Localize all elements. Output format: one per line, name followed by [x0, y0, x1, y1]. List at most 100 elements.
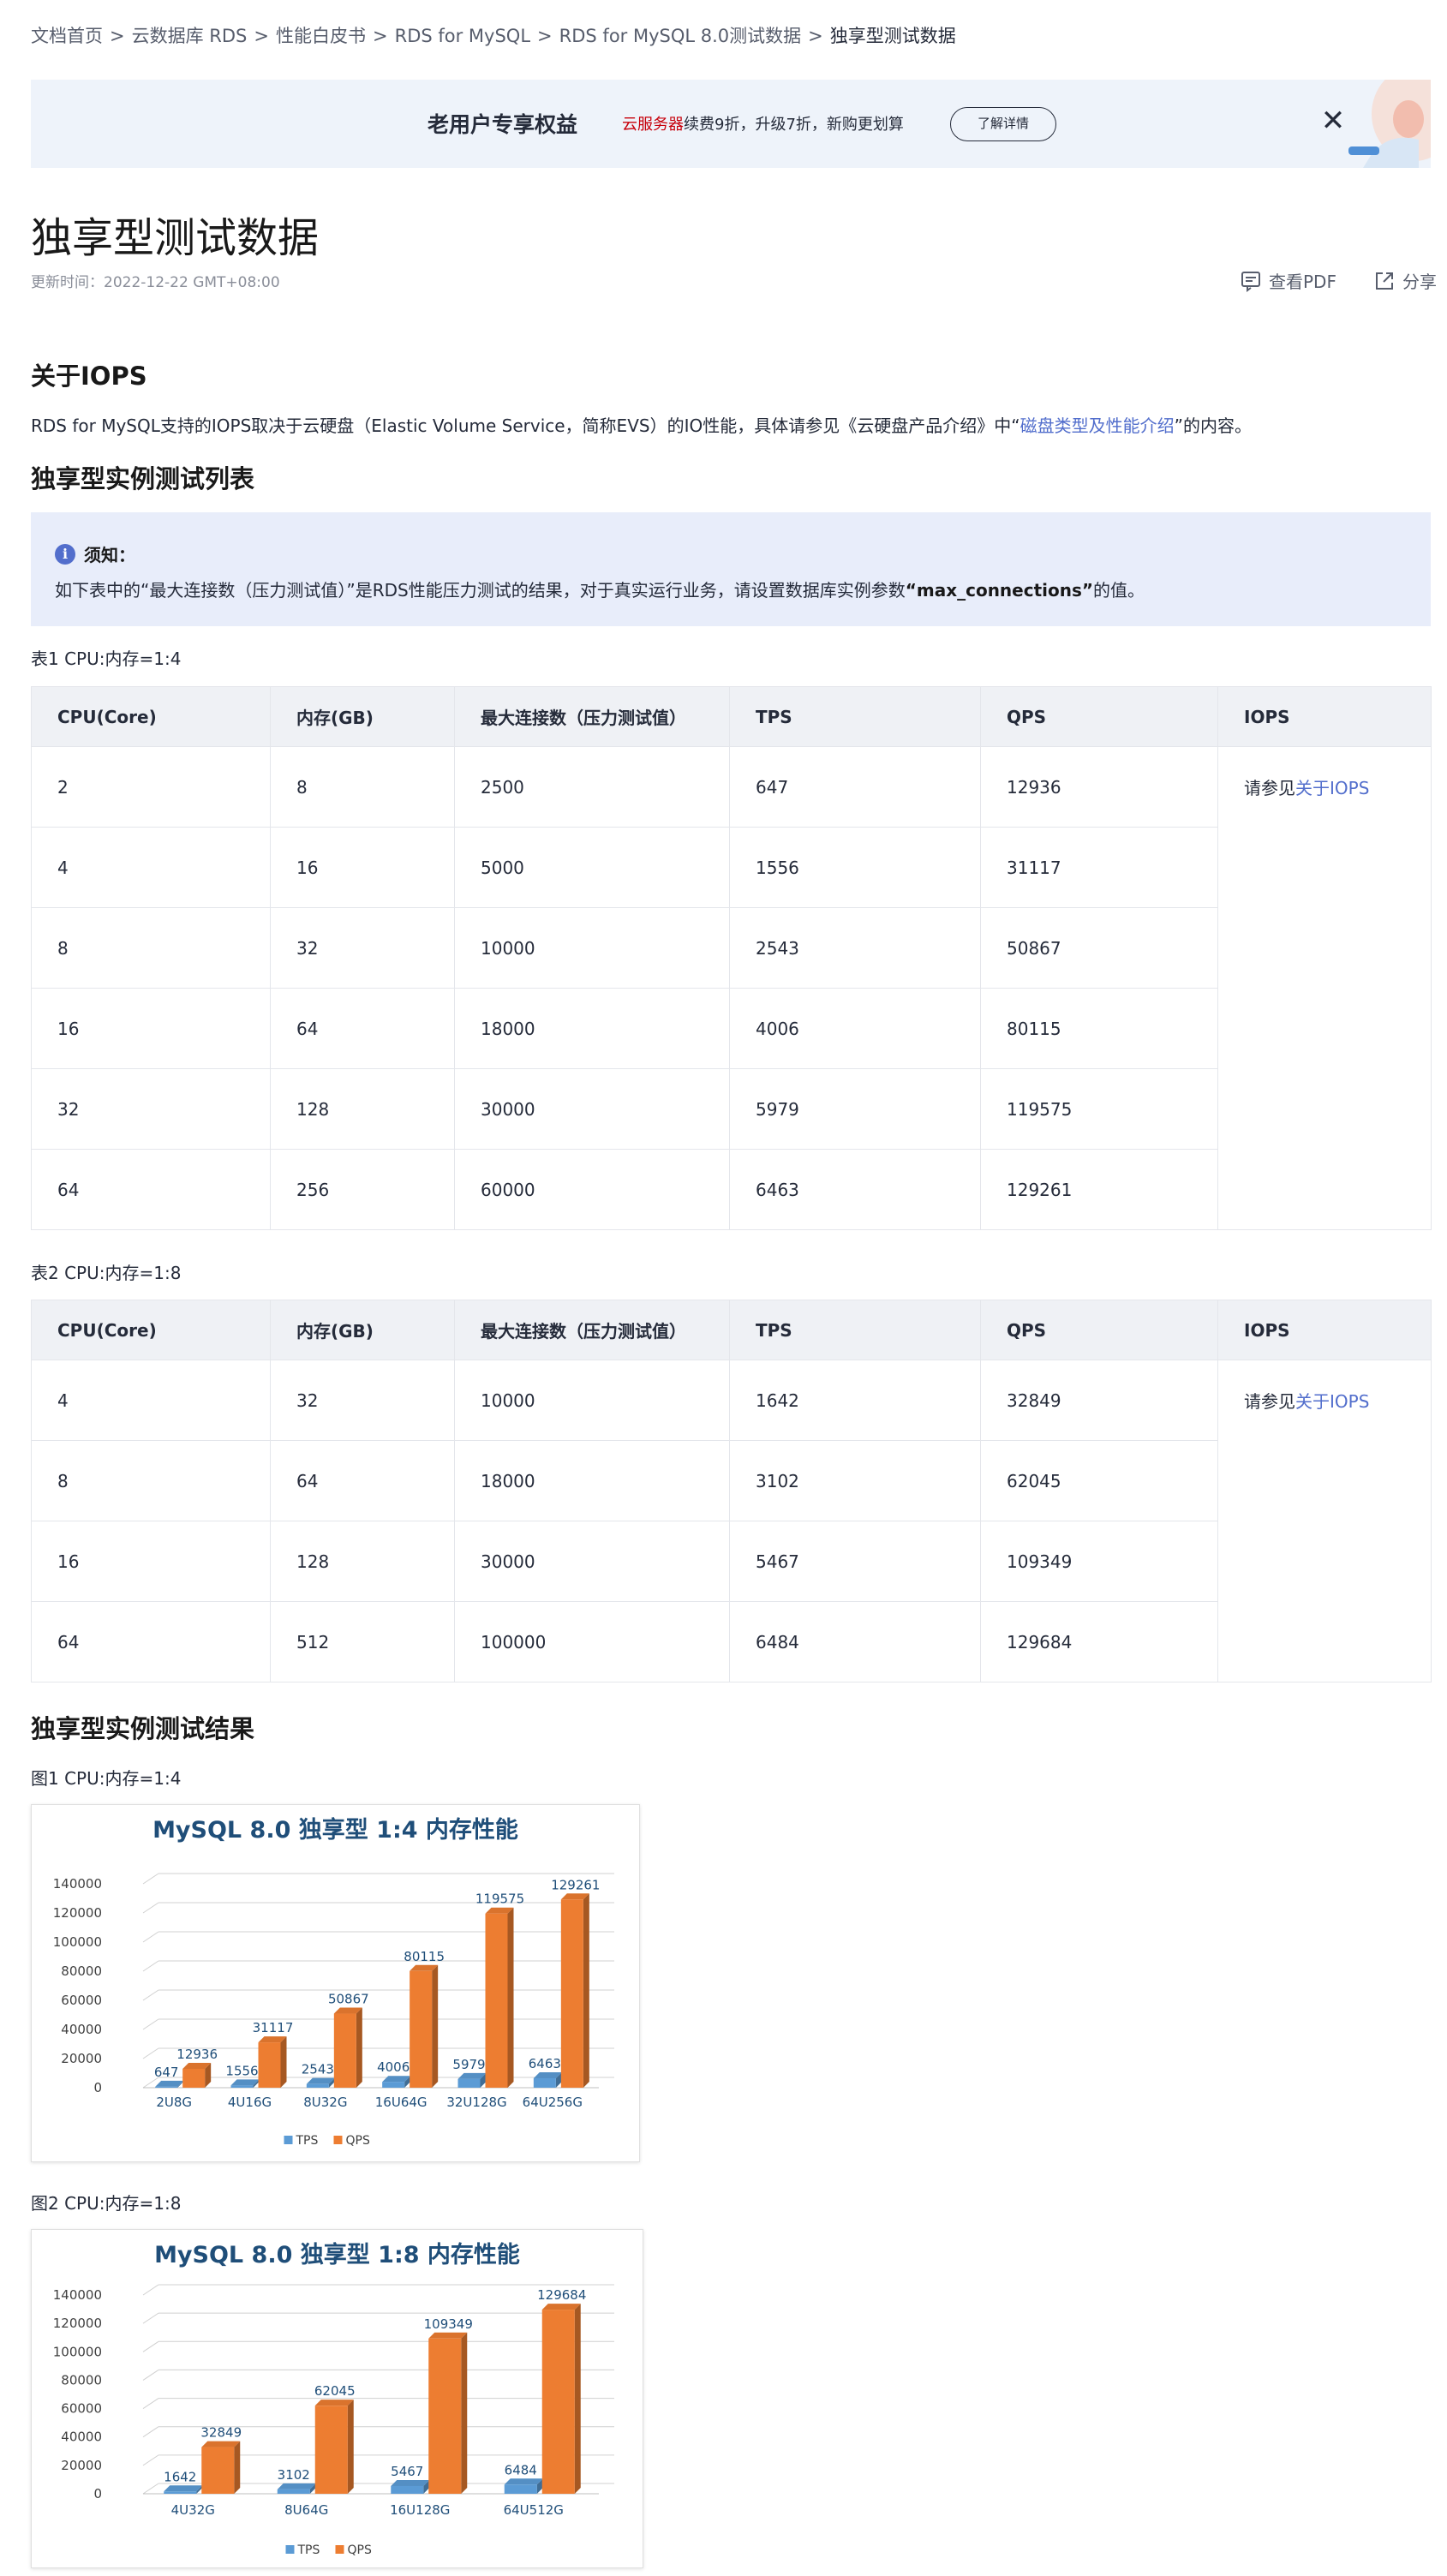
grid-line-diag	[142, 2483, 159, 2495]
about-iops-link[interactable]: 关于IOPS	[1295, 1391, 1369, 1412]
breadcrumb-item-whitepaper[interactable]: 性能白皮书	[276, 26, 366, 46]
cell-max-connections: 2500	[454, 746, 730, 828]
bar-tps	[533, 2078, 556, 2088]
banner-title: 老用户专享权益	[428, 112, 578, 137]
banner-desc-rest: 续费9折，升级7折，新购更划算	[684, 116, 904, 134]
notice-param: “max_connections”	[905, 580, 1094, 601]
legend-label-tps: TPS	[297, 2543, 320, 2557]
bar-tps-top	[277, 2483, 316, 2489]
data-label-qps: 31117	[253, 2020, 294, 2035]
cell-iops: 请参见关于IOPS	[1217, 1360, 1432, 1682]
cell-cpu: 8	[31, 1440, 271, 1521]
col-header-cpu: CPU(Core)	[31, 686, 271, 747]
breadcrumb-separator: >	[110, 26, 125, 46]
x-tick-label: 16U128G	[390, 2502, 450, 2518]
cell-cpu: 64	[31, 1601, 271, 1682]
y-tick-label: 40000	[61, 2430, 102, 2445]
x-tick-label: 16U64G	[375, 2095, 428, 2110]
breadcrumb-item-docs-home[interactable]: 文档首页	[31, 26, 103, 46]
cell-max-connections: 18000	[454, 988, 730, 1069]
cell-max-connections: 10000	[454, 907, 730, 989]
bar-qps-side	[347, 2400, 354, 2494]
col-header-max-connections: 最大连接数（压力测试值）	[454, 686, 730, 747]
bar-tps	[277, 2489, 310, 2494]
col-header-iops: IOPS	[1217, 686, 1432, 747]
bar-tps	[164, 2491, 197, 2494]
cell-memory: 32	[270, 1360, 455, 1441]
grid-line-diag	[142, 2370, 159, 2381]
banner-close-icon[interactable]: ✕	[1316, 104, 1350, 138]
x-tick-label: 2U8G	[156, 2095, 192, 2110]
y-tick-label: 140000	[53, 2287, 102, 2303]
breadcrumb-item-rds-mysql[interactable]: RDS for MySQL	[395, 26, 530, 46]
col-header-max-connections: 最大连接数（压力测试值）	[454, 1300, 730, 1360]
grid-line-diag	[142, 2340, 159, 2352]
cell-cpu: 4	[31, 1360, 271, 1441]
breadcrumb: 文档首页 > 云数据库 RDS > 性能白皮书 > RDS for MySQL > RDS fo…	[31, 22, 956, 48]
cell-tps: 2543	[729, 907, 981, 989]
bar-tps	[457, 2078, 481, 2088]
bar-qps	[485, 1913, 508, 2088]
col-header-memory: 内存(GB)	[270, 686, 455, 747]
col-header-iops: IOPS	[1217, 1300, 1432, 1360]
cell-tps: 647	[729, 746, 981, 828]
col-header-tps: TPS	[729, 1300, 981, 1360]
view-pdf-button[interactable]: 查看PDF	[1240, 268, 1336, 293]
breadcrumb-item-mysql80[interactable]: RDS for MySQL 8.0测试数据	[559, 26, 802, 46]
banner-learn-more-button[interactable]: 了解详情	[950, 107, 1056, 141]
data-label-qps: 129684	[537, 2287, 586, 2303]
cell-max-connections: 18000	[454, 1440, 730, 1521]
grid-line-diag	[142, 2047, 159, 2059]
x-tick-label: 4U16G	[228, 2095, 272, 2110]
cell-qps: 129261	[980, 1149, 1218, 1230]
cell-tps: 6484	[729, 1601, 981, 1682]
cell-max-connections: 100000	[454, 1601, 730, 1682]
cell-qps: 129684	[980, 1601, 1218, 1682]
legend-swatch-tps	[284, 2136, 293, 2144]
bar-qps-top	[314, 2400, 354, 2406]
cell-cpu: 2	[31, 746, 271, 828]
data-label-qps: 62045	[314, 2383, 356, 2399]
y-tick-label: 140000	[53, 1876, 102, 1892]
page-title: 独享型测试数据	[31, 214, 320, 262]
notice-text-after: 的值。	[1093, 580, 1145, 601]
y-tick-label: 120000	[53, 1905, 102, 1921]
about-iops-link[interactable]: 关于IOPS	[1295, 778, 1369, 798]
breadcrumb-item-rds[interactable]: 云数据库 RDS	[132, 26, 248, 46]
bar-qps	[410, 1970, 433, 2088]
grid-line-diag	[142, 1873, 159, 1885]
col-header-tps: TPS	[729, 686, 981, 747]
y-tick-label: 80000	[61, 2372, 102, 2388]
breadcrumb-current: 独享型测试数据	[829, 26, 956, 46]
y-tick-label: 40000	[61, 2022, 102, 2037]
grid-line-diag	[142, 1902, 159, 1914]
notice-box: i 须知： 如下表中的“最大连接数（压力测试值）”是RDS性能压力测试的结果，对…	[31, 512, 1431, 626]
legend-swatch-qps	[335, 2545, 344, 2554]
table2-caption: 表2 CPU:内存=1:8	[31, 1263, 182, 1283]
bar-tps	[155, 2086, 178, 2088]
legend-label-qps: QPS	[346, 2134, 370, 2148]
info-icon: i	[55, 543, 75, 565]
table-header-row: CPU(Core) 内存(GB) 最大连接数（压力测试值） TPS QPS IO…	[31, 1300, 1432, 1360]
bar-qps-side	[583, 1893, 589, 2088]
cell-qps: 12936	[980, 746, 1218, 828]
cell-max-connections: 10000	[454, 1360, 730, 1441]
cell-max-connections: 60000	[454, 1149, 730, 1230]
disk-type-link[interactable]: 磁盘类型及性能介绍	[1020, 415, 1175, 436]
bar-tps	[504, 2484, 537, 2494]
cell-cpu: 16	[31, 988, 271, 1069]
iops-text-after: ”的内容。	[1174, 415, 1252, 436]
data-label-qps: 80115	[404, 1949, 445, 1964]
x-tick-label: 64U512G	[504, 2502, 564, 2518]
bar-qps-side	[574, 2304, 581, 2494]
grid-line-diag	[142, 1960, 159, 1972]
section-heading-results: 独享型实例测试结果	[31, 1714, 255, 1743]
data-label-tps: 5467	[391, 2464, 423, 2479]
y-tick-label: 100000	[53, 1934, 102, 1950]
banner-desc-highlight[interactable]: 云服务器	[622, 116, 684, 134]
share-button[interactable]: 分享	[1373, 268, 1437, 293]
view-pdf-label: 查看PDF	[1269, 272, 1336, 292]
y-tick-label: 0	[93, 2080, 102, 2095]
iops-prefix: 请参见	[1244, 1391, 1295, 1412]
figure1-caption: 图1 CPU:内存=1:4	[31, 1768, 182, 1789]
